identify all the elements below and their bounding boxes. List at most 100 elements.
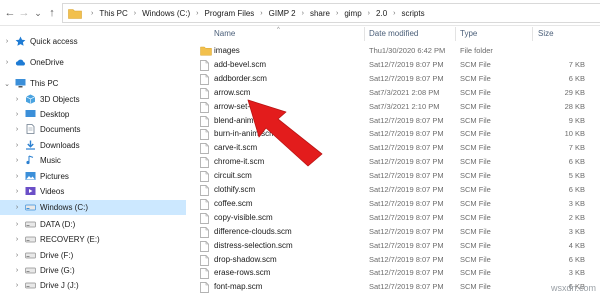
nav-item-this-pc[interactable]: ⌄ This PC: [0, 76, 186, 91]
chevron-right-icon[interactable]: ›: [13, 173, 21, 180]
file-row[interactable]: carve-it.scm Sat12/7/2019 8:07 PM SCM File…: [195, 142, 600, 155]
file-row[interactable]: font-map.scm Sat12/7/2019 8:07 PM SCM File…: [195, 281, 600, 294]
file-date: Sat12/7/2019 8:07 PM: [369, 115, 444, 125]
chevron-right-icon[interactable]: ›: [13, 188, 21, 195]
nav-item-music[interactable]: › Music: [0, 153, 186, 168]
file-date: Sat12/7/2019 8:07 PM: [369, 59, 444, 69]
file-name: addborder.scm: [214, 73, 267, 83]
file-row[interactable]: drop-shadow.scm Sat12/7/2019 8:07 PM SCM F…: [195, 254, 600, 267]
column-header-date[interactable]: Date modified: [369, 27, 459, 41]
chevron-right-icon[interactable]: ›: [13, 282, 21, 289]
nav-item-windows-c[interactable]: › Windows (C:): [0, 200, 186, 215]
file-icon: [200, 115, 209, 127]
chevron-right-icon[interactable]: ›: [13, 157, 21, 164]
chevron-right-icon[interactable]: ›: [13, 96, 21, 103]
breadcrumb-item[interactable]: scripts: [401, 9, 424, 18]
nav-item-onedrive[interactable]: › OneDrive: [0, 55, 186, 70]
file-row[interactable]: coffee.scm Sat12/7/2019 8:07 PM SCM File 3 …: [195, 198, 600, 211]
chevron-right-icon[interactable]: ›: [13, 126, 21, 133]
chevron-right-icon[interactable]: ›: [13, 252, 21, 259]
file-row[interactable]: images Thu1/30/2020 6:42 PM File folder: [195, 45, 600, 58]
nav-item-drive-g[interactable]: › Drive (G:): [0, 263, 186, 278]
nav-item-label: Music: [40, 156, 61, 165]
breadcrumb-separator-icon[interactable]: ›: [134, 10, 136, 17]
chevron-right-icon[interactable]: ›: [13, 221, 21, 228]
column-divider[interactable]: [364, 27, 365, 41]
breadcrumb-separator-icon[interactable]: ›: [260, 10, 262, 17]
up-icon[interactable]: ↑: [45, 6, 59, 20]
chevron-right-icon[interactable]: ›: [13, 111, 21, 118]
breadcrumb-item[interactable]: This PC: [99, 9, 127, 18]
breadcrumb-separator-icon[interactable]: ›: [302, 10, 304, 17]
nav-item-desktop[interactable]: › Desktop: [0, 107, 186, 122]
forward-icon[interactable]: →: [17, 6, 31, 20]
column-divider[interactable]: [455, 27, 456, 41]
back-icon[interactable]: ←: [3, 6, 17, 20]
file-row[interactable]: addborder.scm Sat12/7/2019 8:07 PM SCM Fil…: [195, 73, 600, 86]
file-row[interactable]: blend-anim Sat12/7/2019 8:07 PM SCM File 9 …: [195, 115, 600, 128]
nav-item-pictures[interactable]: › Pictures: [0, 169, 186, 184]
file-date: Sat12/7/2019 8:07 PM: [369, 157, 444, 167]
nav-item-recovery-e[interactable]: › RECOVERY (E:): [0, 232, 186, 247]
breadcrumb-item[interactable]: Program Files: [205, 9, 255, 18]
file-date: Sat12/7/2019 8:07 PM: [369, 171, 444, 181]
file-row[interactable]: burn-in-anim.scm Sat12/7/2019 8:07 PM SCM …: [195, 128, 600, 141]
nav-item-drive-f[interactable]: › Drive (F:): [0, 248, 186, 263]
file-row[interactable]: distress-selection.scm Sat12/7/2019 8:07 …: [195, 240, 600, 253]
chevron-right-icon[interactable]: ›: [13, 236, 21, 243]
file-row[interactable]: add-bevel.scm Sat12/7/2019 8:07 PM SCM Fil…: [195, 59, 600, 72]
breadcrumb-separator-icon[interactable]: ›: [91, 10, 93, 17]
chevron-right-icon[interactable]: ›: [13, 142, 21, 149]
file-row[interactable]: copy-visible.scm Sat12/7/2019 8:07 PM SCM …: [195, 212, 600, 225]
file-name: carve-it.scm: [214, 143, 258, 153]
file-date: Sat12/7/2019 8:07 PM: [369, 198, 444, 208]
nav-item-3d-objects[interactable]: › 3D Objects: [0, 92, 186, 107]
file-size: 7 KB: [568, 59, 585, 69]
column-header-name[interactable]: Name: [214, 27, 364, 41]
column-divider[interactable]: [532, 27, 533, 41]
breadcrumb-separator-icon[interactable]: ›: [368, 10, 370, 17]
breadcrumb-separator-icon[interactable]: ›: [336, 10, 338, 17]
nav-item-downloads[interactable]: › Downloads: [0, 138, 186, 153]
breadcrumb-separator-icon[interactable]: ›: [196, 10, 198, 17]
file-row[interactable]: erase-rows.scm Sat12/7/2019 8:07 PM SCM Fi…: [195, 267, 600, 280]
address-bar[interactable]: › This PC › Windows (C:) › Program Files › GIMP…: [62, 3, 600, 23]
chevron-right-icon[interactable]: ›: [3, 59, 11, 66]
column-header-size[interactable]: Size: [538, 27, 588, 41]
breadcrumb-item[interactable]: share: [310, 9, 330, 18]
chevron-down-icon[interactable]: ⌄: [3, 80, 11, 88]
nav-item-label: OneDrive: [30, 58, 64, 67]
file-row[interactable]: difference-clouds.scm Sat12/7/2019 8:07 P…: [195, 226, 600, 239]
file-row[interactable]: arrow.scm Sat7/3/2021 2:08 PM SCM File 29 K…: [195, 87, 600, 100]
breadcrumb-item[interactable]: gimp: [344, 9, 361, 18]
breadcrumb-item[interactable]: 2.0: [376, 9, 387, 18]
file-row[interactable]: clothify.scm Sat12/7/2019 8:07 PM SCM File…: [195, 184, 600, 197]
file-row[interactable]: circuit.scm Sat12/7/2019 8:07 PM SCM File 5…: [195, 170, 600, 183]
file-size: 6 KB: [568, 185, 585, 194]
nav-item-quick-access[interactable]: › Quick access: [0, 34, 186, 49]
file-row[interactable]: arrow-set- Sat7/3/2021 2:10 PM SCM File 28 …: [195, 101, 600, 114]
breadcrumb-separator-icon[interactable]: ›: [393, 10, 395, 17]
file-row[interactable]: chrome-it.scm Sat12/7/2019 8:07 PM SCM Fil…: [195, 156, 600, 169]
nav-item-videos[interactable]: › Videos: [0, 184, 186, 199]
nav-item-drive-j-j[interactable]: › Drive J (J:): [0, 278, 186, 293]
cloud-icon: [15, 57, 26, 67]
breadcrumb-item[interactable]: Windows (C:): [142, 9, 190, 18]
breadcrumb-item[interactable]: GIMP 2: [269, 9, 296, 18]
file-icon: [200, 199, 209, 210]
chevron-right-icon[interactable]: ›: [3, 38, 11, 45]
column-header-type[interactable]: Type: [460, 27, 530, 41]
recent-locations-icon[interactable]: ⌄: [31, 6, 45, 20]
chevron-right-icon[interactable]: ›: [13, 204, 21, 211]
file-name: drop-shadow.scm: [214, 254, 277, 264]
desktop-icon: [25, 109, 36, 119]
nav-item-label: Windows (C:): [40, 203, 89, 212]
nav-item-label: Documents: [40, 125, 81, 134]
nav-item-label: Downloads: [40, 141, 80, 150]
chevron-right-icon[interactable]: ›: [13, 267, 21, 274]
nav-item-documents[interactable]: › Documents: [0, 122, 186, 137]
nav-item-data-d[interactable]: › DATA (D:): [0, 217, 186, 232]
file-size: 6 KB: [568, 73, 585, 83]
file-date: Thu1/30/2020 6:42 PM: [369, 46, 446, 55]
file-type: SCM File: [460, 143, 491, 153]
